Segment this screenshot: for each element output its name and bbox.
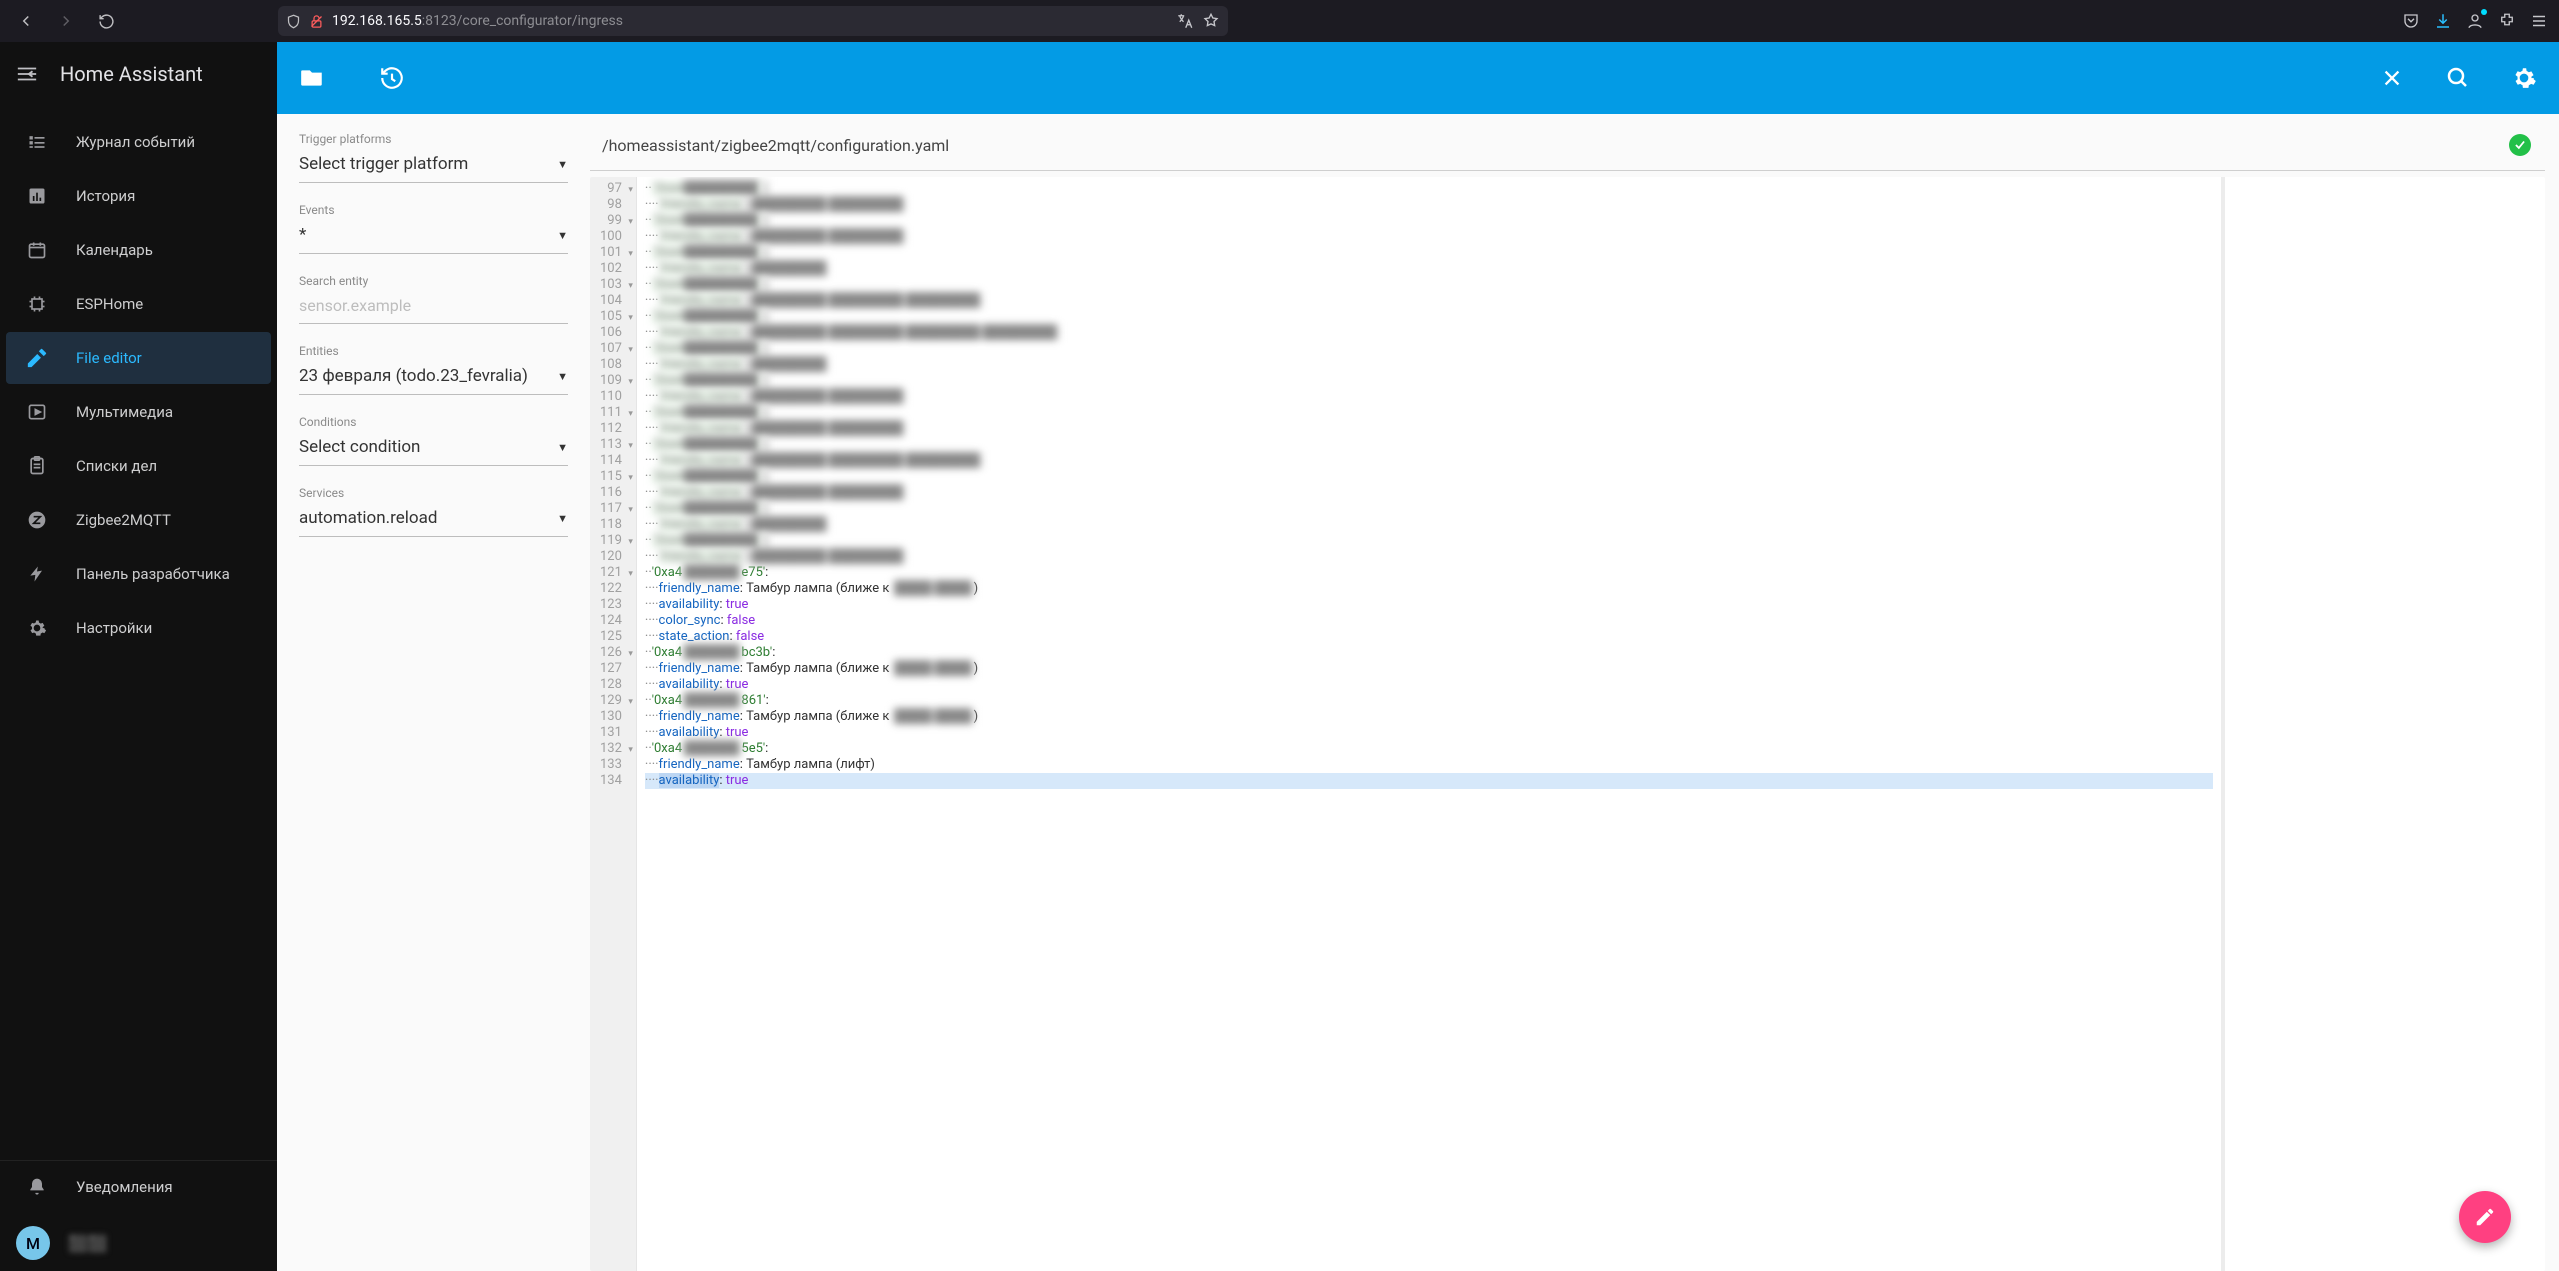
file-editor-icon: [26, 347, 48, 369]
services-label: Services: [299, 486, 568, 500]
trigger-platforms-label: Trigger platforms: [299, 132, 568, 146]
sidebar-item-label: Панель разработчика: [76, 565, 230, 583]
helper-panel: Trigger platforms Select trigger platfor…: [277, 114, 590, 1271]
sidebar-user[interactable]: М ⬛⬛: [0, 1215, 277, 1271]
conditions-label: Conditions: [299, 415, 568, 429]
sidebar-item-media[interactable]: Мультимедиа: [6, 386, 271, 438]
browser-right-icons: [2401, 11, 2549, 31]
browser-toolbar: 192.168.165.5:8123/core_configurator/ing…: [0, 0, 2559, 42]
username: ⬛⬛: [68, 1234, 108, 1253]
sidebar-item-settings[interactable]: Настройки: [6, 602, 271, 654]
file-path-input[interactable]: [602, 136, 2499, 155]
nav-back-button[interactable]: [10, 5, 42, 37]
avatar: М: [16, 1226, 50, 1260]
nav-forward-button[interactable]: [50, 5, 82, 37]
search-entity-input[interactable]: [299, 290, 568, 324]
conditions-select[interactable]: Select condition▼: [299, 431, 568, 466]
sidebar-item-file-editor[interactable]: File editor: [6, 332, 271, 384]
history-icon: [26, 185, 48, 207]
esphome-icon: [26, 293, 48, 315]
sidebar-item-todo[interactable]: Списки дел: [6, 440, 271, 492]
extensions-icon[interactable]: [2497, 11, 2517, 31]
folder-browse-button[interactable]: [299, 65, 325, 91]
app-title: Home Assistant: [60, 62, 203, 86]
downloads-icon[interactable]: [2433, 11, 2453, 31]
settings-icon: [26, 617, 48, 639]
chevron-down-icon: ▼: [557, 441, 568, 454]
services-select[interactable]: automation.reload▼: [299, 502, 568, 537]
chevron-down-icon: ▼: [557, 158, 568, 171]
save-fab-button[interactable]: [2459, 1191, 2511, 1243]
pocket-icon[interactable]: [2401, 11, 2421, 31]
history-button[interactable]: [379, 65, 405, 91]
sidebar-item-label: Мультимедиа: [76, 403, 173, 421]
insecure-lock-icon: [309, 14, 324, 29]
sidebar-item-esphome[interactable]: ESPHome: [6, 278, 271, 330]
yaml-valid-icon: [2509, 134, 2531, 156]
devtools-icon: [26, 563, 48, 585]
sidebar-item-history[interactable]: История: [6, 170, 271, 222]
code-editor[interactable]: 97▾9899▾100101▾102103▾104105▾106107▾1081…: [590, 177, 2545, 1271]
translate-icon[interactable]: [1176, 12, 1194, 30]
sidebar-item-label: Zigbee2MQTT: [76, 511, 171, 529]
nav-reload-button[interactable]: [90, 5, 122, 37]
sidebar-item-label: Уведомления: [76, 1178, 173, 1196]
sidebar-item-z2m[interactable]: Zigbee2MQTT: [6, 494, 271, 546]
main-pane: Trigger platforms Select trigger platfor…: [277, 42, 2559, 1271]
editor-area: 97▾9899▾100101▾102103▾104105▾106107▾1081…: [590, 124, 2545, 1271]
todo-icon: [26, 455, 48, 477]
sidebar-item-label: Журнал событий: [76, 133, 195, 151]
chevron-down-icon: ▼: [557, 370, 568, 383]
media-icon: [26, 401, 48, 423]
events-select[interactable]: *▼: [299, 219, 568, 254]
sidebar-collapse-icon[interactable]: [16, 65, 38, 83]
bookmark-star-icon[interactable]: [1202, 12, 1220, 30]
bell-icon: [26, 1176, 48, 1198]
sidebar-item-label: ESPHome: [76, 295, 143, 313]
shield-icon: [286, 14, 301, 29]
sidebar-item-label: Настройки: [76, 619, 152, 637]
sidebar-nav: Журнал событий История Календарь ESPHome Fil…: [0, 106, 277, 1160]
url-text: 192.168.165.5:8123/core_configurator/ing…: [332, 13, 623, 29]
settings-gear-button[interactable]: [2511, 65, 2537, 91]
chevron-down-icon: ▼: [557, 229, 568, 242]
sidebar-item-calendar[interactable]: Календарь: [6, 224, 271, 276]
sidebar-item-label: История: [76, 187, 135, 205]
z2m-icon: [26, 509, 48, 531]
close-file-button[interactable]: [2379, 65, 2405, 91]
file-path-row: [590, 124, 2545, 171]
entities-select[interactable]: 23 февраля (todo.23_fevralia)▼: [299, 360, 568, 395]
ha-sidebar: Home Assistant Журнал событий История Кале…: [0, 42, 277, 1271]
chevron-down-icon: ▼: [557, 512, 568, 525]
sidebar-item-devtools[interactable]: Панель разработчика: [6, 548, 271, 600]
app-menu-icon[interactable]: [2529, 11, 2549, 31]
sidebar-item-logbook[interactable]: Журнал событий: [6, 116, 271, 168]
logbook-icon: [26, 131, 48, 153]
sidebar-item-notifications[interactable]: Уведомления: [6, 1161, 271, 1213]
search-button[interactable]: [2445, 65, 2471, 91]
events-label: Events: [299, 203, 568, 217]
url-bar[interactable]: 192.168.165.5:8123/core_configurator/ing…: [278, 6, 1228, 36]
account-icon[interactable]: [2465, 11, 2485, 31]
file-editor-toolbar: [277, 42, 2559, 114]
ha-header: Home Assistant: [0, 42, 277, 106]
search-entity-label: Search entity: [299, 274, 568, 288]
trigger-platforms-select[interactable]: Select trigger platform▼: [299, 148, 568, 183]
calendar-icon: [26, 239, 48, 261]
sidebar-item-label: Календарь: [76, 241, 153, 259]
sidebar-item-label: File editor: [76, 349, 142, 367]
sidebar-item-label: Списки дел: [76, 457, 157, 475]
entities-label: Entities: [299, 344, 568, 358]
